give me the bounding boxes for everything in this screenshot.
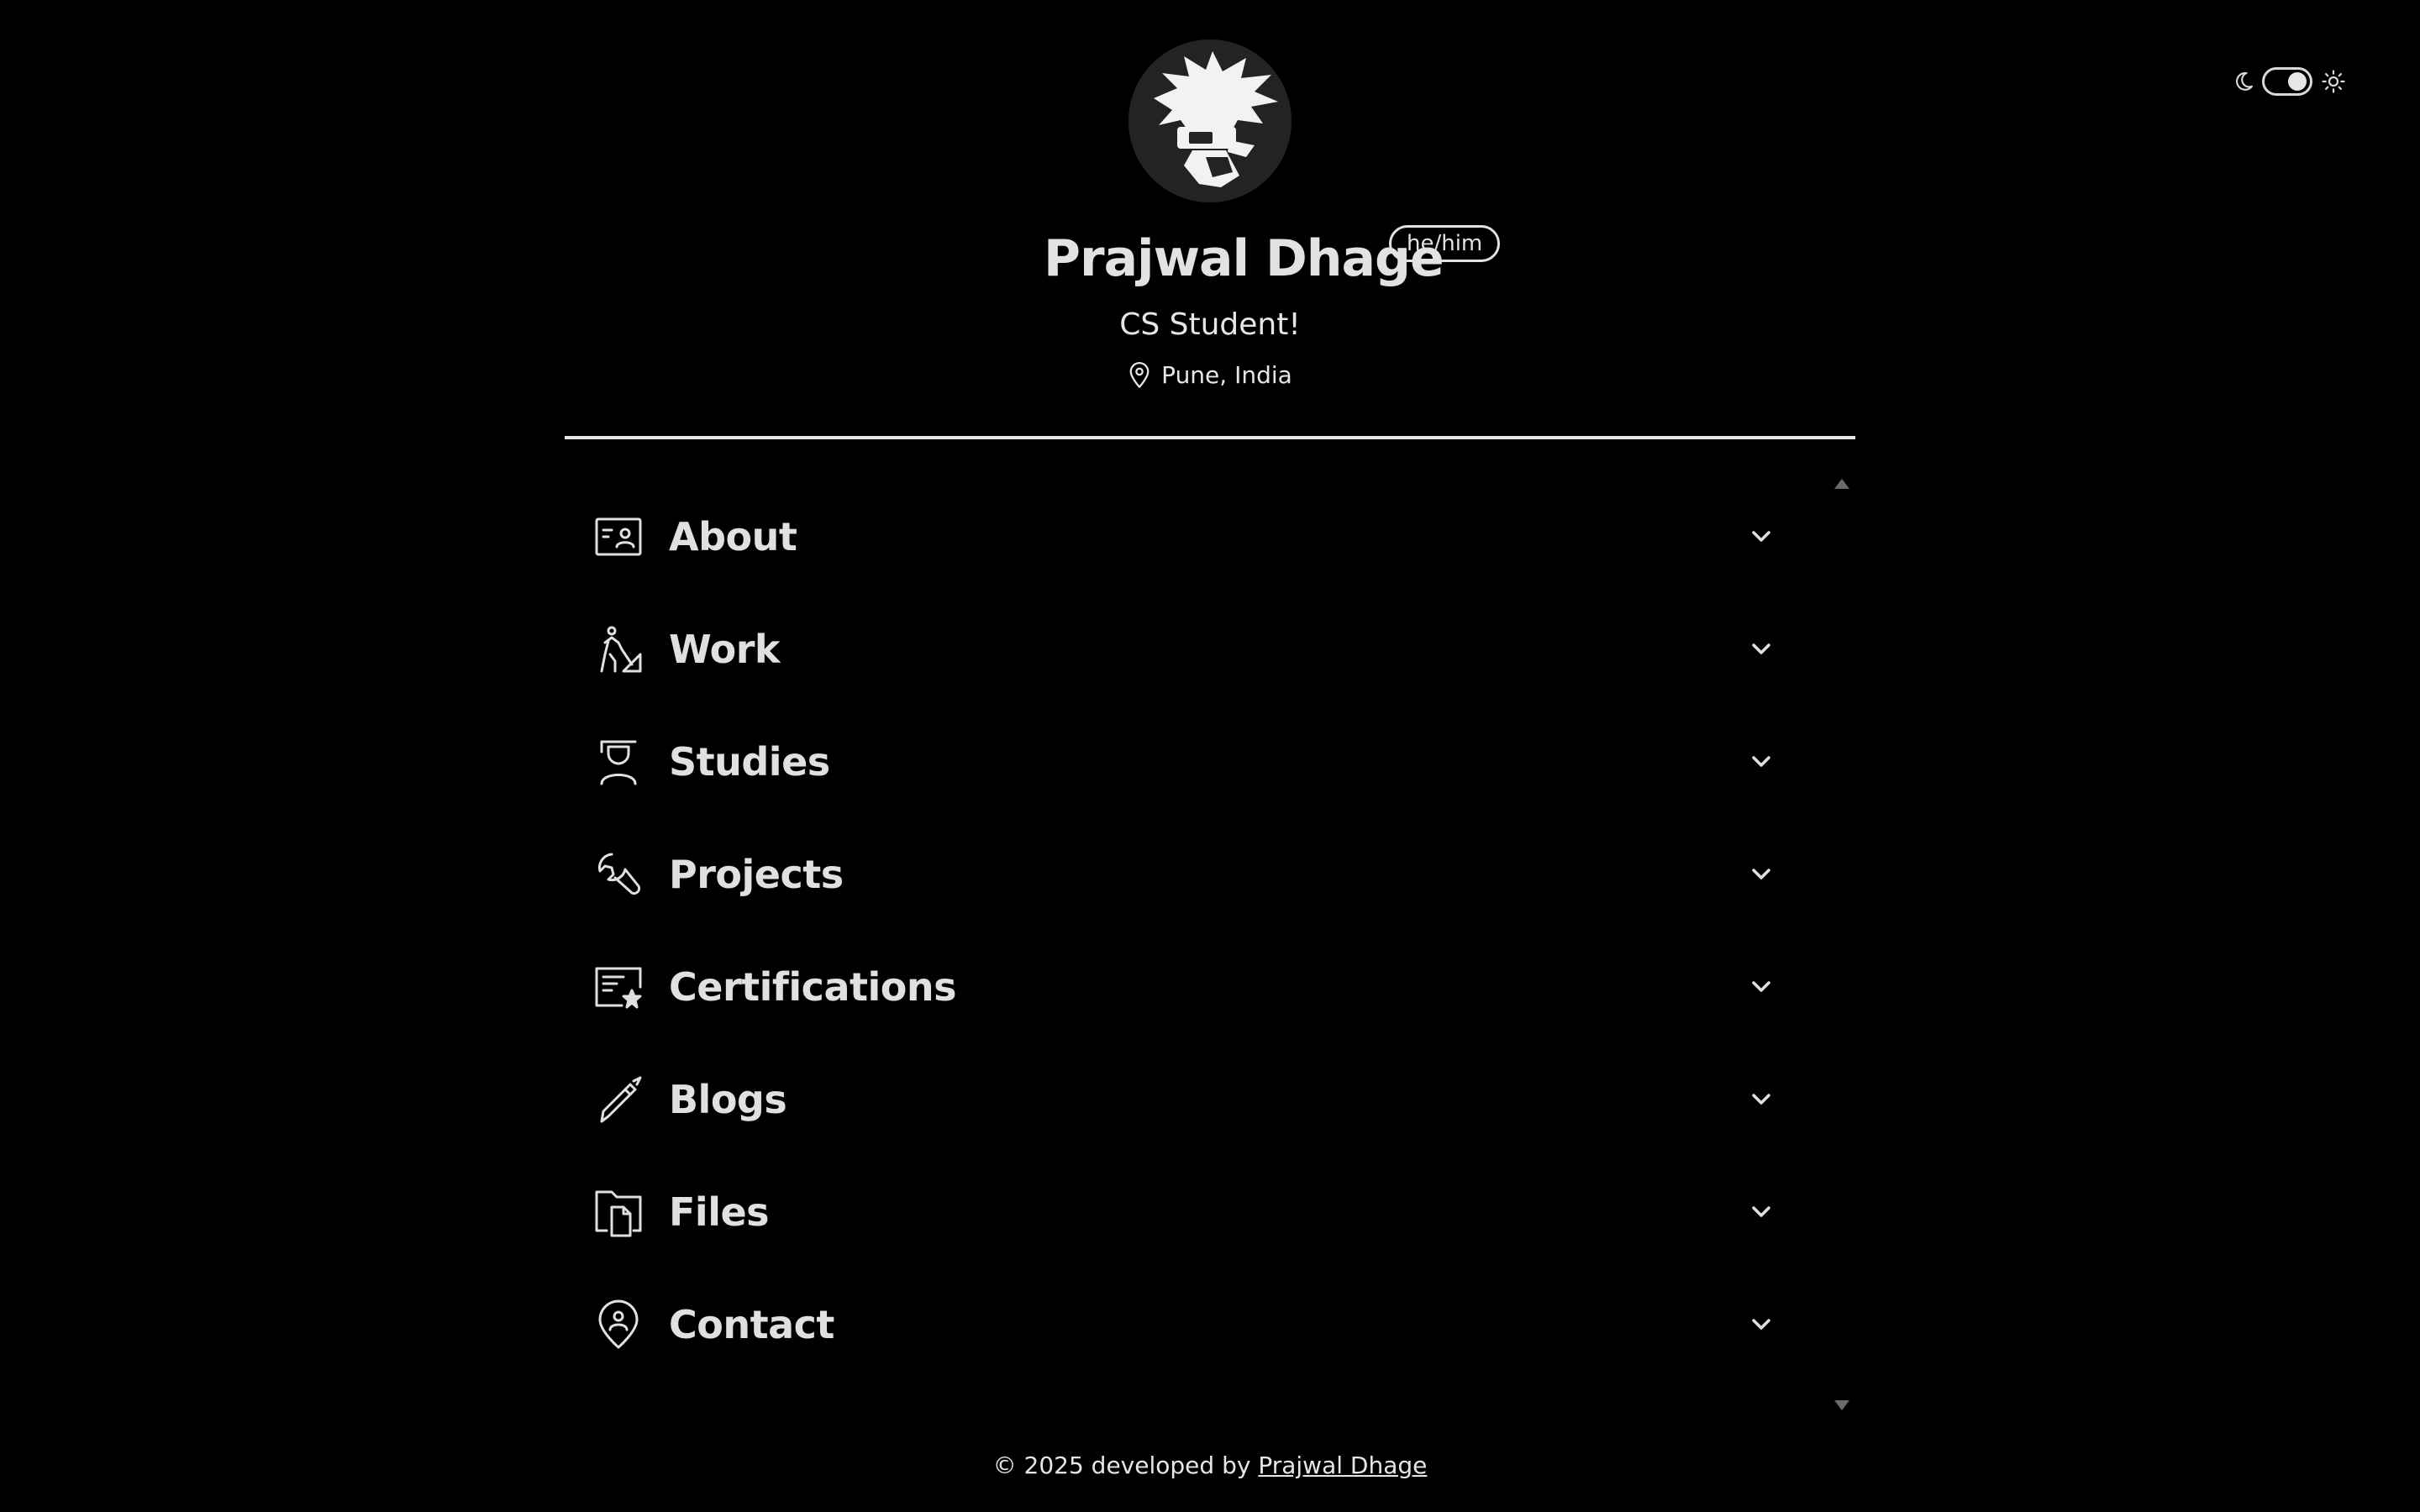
moon-icon: [2236, 71, 2253, 91]
avatar-silhouette: [1154, 51, 1278, 187]
section-projects[interactable]: Projects: [565, 818, 1825, 931]
profile-name: Prajwal Dhage: [1044, 229, 1444, 288]
section-studies[interactable]: Studies: [565, 706, 1825, 818]
chevron-down-icon[interactable]: [1749, 641, 1773, 658]
files-icon: [595, 1190, 642, 1237]
chevron-down-icon[interactable]: [1749, 753, 1773, 770]
chevron-down-icon[interactable]: [1749, 1316, 1773, 1333]
footer-author-link[interactable]: Prajwal Dhage: [1258, 1452, 1427, 1479]
certificate-icon: [595, 967, 642, 1009]
sun-icon: [2322, 70, 2345, 93]
portfolio-page: Prajwal Dhage he/him CS Student! Pune, I…: [0, 0, 2420, 1512]
section-label: Contact: [669, 1302, 834, 1347]
section-label: Blogs: [669, 1077, 787, 1122]
section-label: Work: [669, 627, 780, 672]
section-contact[interactable]: Contact: [565, 1268, 1825, 1381]
footer-text: © 2025 developed by: [992, 1452, 1251, 1479]
scroll-down-icon[interactable]: [1833, 1399, 1850, 1411]
chevron-down-icon[interactable]: [1749, 528, 1773, 545]
section-label: Files: [669, 1189, 770, 1235]
student-icon: [600, 740, 637, 785]
name-row: Prajwal Dhage he/him: [0, 225, 2420, 292]
section-label: Certifications: [669, 964, 956, 1010]
theme-switch-knob: [2288, 72, 2307, 91]
section-label: Projects: [669, 852, 844, 897]
contact-pin-icon: [598, 1299, 639, 1349]
location: Pune, India: [0, 361, 2420, 389]
tagline: CS Student!: [1119, 307, 1301, 342]
location-pin-icon: [1129, 361, 1150, 388]
chevron-down-icon[interactable]: [1749, 1204, 1773, 1221]
pencil-icon: [600, 1076, 642, 1123]
pronouns-badge: he/him: [1389, 225, 1501, 262]
section-label: About: [669, 514, 797, 559]
section-list: About Work Studies Projects Certificatio…: [565, 480, 1825, 1381]
section-certifications[interactable]: Certifications: [565, 931, 1825, 1043]
worker-icon: [600, 626, 642, 673]
location-text: Pune, India: [1161, 361, 1292, 389]
chevron-down-icon[interactable]: [1749, 979, 1773, 995]
footer: © 2025 developed by Prajwal Dhage: [0, 1452, 2420, 1479]
scroll-up-icon[interactable]: [1833, 478, 1850, 490]
section-blogs[interactable]: Blogs: [565, 1043, 1825, 1156]
id-card-icon: [595, 517, 642, 556]
wrench-icon: [598, 853, 641, 895]
header-divider: [565, 436, 1855, 439]
chevron-down-icon[interactable]: [1749, 866, 1773, 883]
section-files[interactable]: Files: [565, 1156, 1825, 1268]
section-about[interactable]: About: [565, 480, 1825, 593]
avatar: [1128, 39, 1292, 202]
chevron-down-icon[interactable]: [1749, 1091, 1773, 1108]
section-label: Studies: [669, 739, 830, 785]
section-work[interactable]: Work: [565, 593, 1825, 706]
theme-switch[interactable]: [2262, 67, 2312, 96]
theme-toggle[interactable]: [2232, 67, 2346, 96]
